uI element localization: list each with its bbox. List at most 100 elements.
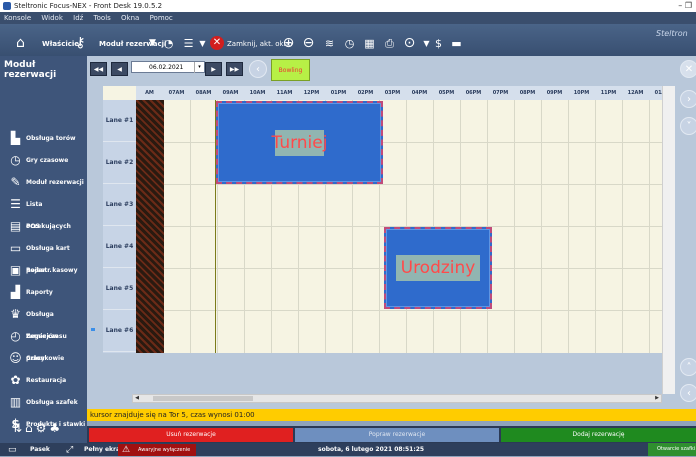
sidebar-item-zegar-czasu-pracy[interactable]: ◴ Zegar czasu pracy <box>0 326 87 363</box>
hour-label: 08AM <box>195 90 212 96</box>
sidebar-item-obsluga-kart[interactable]: ▭ Obsługa kart podar... <box>0 238 87 275</box>
scroll-thumb[interactable] <box>153 396 253 401</box>
remove-reservation-button[interactable]: Usuń rezerwacje <box>89 428 293 442</box>
hour-label: 07PM <box>492 90 509 96</box>
pos-icon: ▤ <box>9 219 22 233</box>
window-title: Steltronic Focus-NEX - Front Desk 19.0.5… <box>14 2 163 10</box>
edit-reservation-button[interactable]: Popraw rezerwacje <box>295 428 499 442</box>
sidebar-item-label: Moduł rezerwacji <box>26 179 84 186</box>
back-circle-icon[interactable]: ‹ <box>680 384 696 402</box>
footer-bar: ▭ Pasek ⤢ Pełny ekran ⚠ Awaryjne wyłącze… <box>0 443 696 456</box>
close-window-icon[interactable]: ✕ <box>210 36 224 50</box>
cash-icon[interactable]: ▬ <box>448 35 465 52</box>
scroll-left-icon[interactable]: ◀ <box>133 395 141 402</box>
sidebar-item-lista-oczekujacych[interactable]: ☰ Lista oczekujących <box>0 194 87 231</box>
reservation-turniej[interactable]: Turniej <box>216 101 383 184</box>
sidebar-item-label: Członkowie <box>26 355 65 362</box>
last-page-button[interactable]: ▶▶ <box>226 62 243 76</box>
window-controls[interactable]: – ❐ <box>678 0 692 12</box>
back-icon[interactable]: ◔ <box>160 35 177 52</box>
emergency-shutdown-button[interactable]: ⚠ Awaryjne wyłączenie <box>118 444 196 456</box>
menu-widok[interactable]: Widok <box>41 14 63 22</box>
hour-label: 09PM <box>546 90 563 96</box>
taskbar-icon[interactable]: ▭ <box>8 444 17 457</box>
key-icon[interactable]: ⚷ <box>72 35 89 52</box>
calendar-icon[interactable]: ▦ <box>361 35 378 52</box>
fullscreen-icon[interactable]: ⤢ <box>66 444 73 457</box>
sidebar-item-pos[interactable]: ▤ POS <box>0 216 87 238</box>
next-day-button[interactable]: ▶ <box>205 62 222 76</box>
next-circle-icon[interactable]: › <box>680 90 696 108</box>
dollar-icon[interactable]: $ <box>430 35 447 52</box>
hour-header: AM 07AM 08AM 09AM 10AM 11AM 12PM 01PM 02PM 03PM 04… <box>136 86 662 100</box>
filter-icon[interactable]: ≋ <box>321 35 338 52</box>
sidebar-item-rejestr-kasowy[interactable]: ▣ Rejestr kasowy <box>0 260 87 282</box>
menu-pomoc[interactable]: Pomoc <box>150 14 173 22</box>
sidebar-item-obsluga-turniejow[interactable]: ♛ Obsługa turniejów <box>0 304 87 341</box>
open-locker-button[interactable]: Otwarcie szafki <box>648 443 696 456</box>
lane-label[interactable]: Lane #3 <box>103 184 136 226</box>
date-picker[interactable]: 06.02.2021 ▾ <box>131 61 205 73</box>
sidebar-item-label: Raporty <box>26 289 53 296</box>
reservation-urodziny[interactable]: Urodziny <box>384 227 492 309</box>
sidebar-item-restauracja[interactable]: ✿ Restauracja <box>0 370 87 392</box>
chart-icon: ▟ <box>10 285 21 299</box>
sidebar: Moduł rezerwacji ▙ Obsługa torów ◷ Gry cza… <box>0 56 87 456</box>
sidebar-item-label: POS <box>26 223 40 230</box>
prev-day-button[interactable]: ◀ <box>111 62 128 76</box>
menu-bar: Konsole Widok Idź Tools Okna Pomoc <box>0 12 696 24</box>
lane-label[interactable]: Lane #2 <box>103 142 136 184</box>
sidebar-item-gry-czasowe[interactable]: ◷ Gry czasowe <box>0 150 87 172</box>
status-bar: kursor znajduje się na Tor 5, czas wynos… <box>87 409 696 421</box>
menu-okna[interactable]: Okna <box>121 14 139 22</box>
sidebar-item-label: Rejestr kasowy <box>26 267 78 274</box>
locker-icon: ▥ <box>9 395 22 409</box>
horizontal-scrollbar[interactable]: ◀ ▶ <box>132 394 662 403</box>
chevron-down-icon[interactable]: ▾ <box>194 62 204 73</box>
bowling-button[interactable]: Bowling <box>271 59 310 81</box>
search-icon[interactable]: ⊙ <box>401 35 418 52</box>
brand-logo: Steltron <box>656 29 688 38</box>
hour-label: 08PM <box>519 90 536 96</box>
lane-label[interactable]: Lane #4 <box>103 226 136 268</box>
booking-grid[interactable]: AM 07AM 08AM 09AM 10AM 11AM 12PM 01PM 02PM 03PM 04… <box>103 86 662 353</box>
sidebar-item-obsluga-torow[interactable]: ▙ Obsługa torów <box>0 128 87 150</box>
lane-label[interactable]: Lane #6 <box>103 310 136 352</box>
zoom-in-icon[interactable]: ⊕ <box>280 35 297 52</box>
cash-register-icon: ▣ <box>9 263 22 277</box>
hour-label: 06PM <box>465 90 482 96</box>
edit-icon: ✎ <box>10 175 21 189</box>
lane-label[interactable]: Lane #5 <box>103 268 136 310</box>
lanes-icon: ▙ <box>10 131 21 145</box>
dropdown-arrow-icon[interactable]: ▼ <box>144 35 161 52</box>
sidebar-item-czlonkowie[interactable]: ☺ Członkowie <box>0 348 87 370</box>
menu-konsole[interactable]: Konsole <box>4 14 31 22</box>
zoom-out-icon[interactable]: ⊖ <box>300 35 317 52</box>
close-panel-icon[interactable]: ✕ <box>680 60 696 78</box>
taskbar-label[interactable]: Pasek <box>30 443 50 456</box>
sidebar-shortcut-icons[interactable]: ⇅⌂⚙♣ <box>12 421 63 435</box>
sidebar-item-raporty[interactable]: ▟ Raporty <box>0 282 87 304</box>
timer-icon[interactable]: ◷ <box>341 35 358 52</box>
hour-label: 12PM <box>303 90 320 96</box>
home-icon[interactable]: ⌂ <box>12 35 29 52</box>
action-bar: Usuń rezerwacje Popraw rezerwacje Dodaj … <box>87 426 696 443</box>
vertical-scrollbar[interactable] <box>662 86 675 394</box>
first-page-button[interactable]: ◀◀ <box>90 62 107 76</box>
add-reservation-button[interactable]: Dodaj rezerwację <box>501 428 696 442</box>
hour-label: 02PM <box>357 90 374 96</box>
chevron-down-icon[interactable]: ˅ <box>680 117 696 135</box>
menu-tools[interactable]: Tools <box>94 14 111 22</box>
chevron-up-icon[interactable]: ˄ <box>680 358 696 376</box>
reservation-name: Turniej <box>271 132 328 153</box>
scroll-right-icon[interactable]: ▶ <box>653 395 661 402</box>
sidebar-item-modul-rezerwacji[interactable]: ✎ Moduł rezerwacji <box>0 172 87 194</box>
sidebar-item-obsluga-szafek[interactable]: ▥ Obsługa szafek <box>0 392 87 414</box>
lane-label[interactable]: Lane #1 <box>103 100 136 142</box>
sidebar-title: Moduł rezerwacji <box>4 60 57 80</box>
print-icon[interactable]: ⎙ <box>381 35 398 52</box>
hour-label: AM <box>145 90 154 96</box>
dropdown-arrow-icon[interactable]: ▼ <box>194 35 211 52</box>
menu-idz[interactable]: Idź <box>73 14 83 22</box>
back-circle-icon[interactable]: ‹ <box>249 60 267 78</box>
